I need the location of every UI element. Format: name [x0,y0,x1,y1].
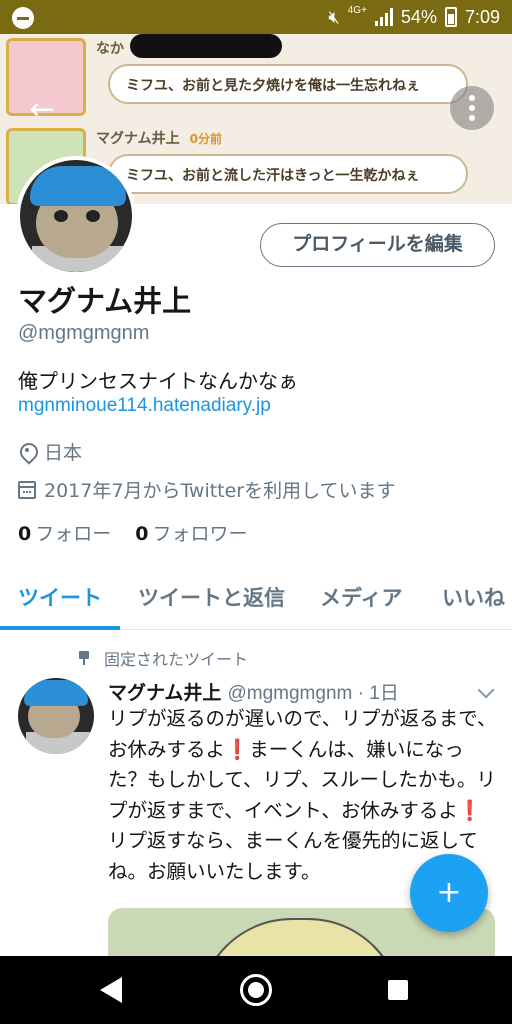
redaction-bar [130,34,282,58]
avatar-hat [30,166,126,206]
pin-icon [78,651,90,665]
followers-link[interactable]: 0 フォロワー [135,519,247,546]
edit-profile-button[interactable]: プロフィールを編集 [260,223,495,267]
do-not-disturb-icon [12,7,34,29]
follow-stats: 0 フォロー 0 フォロワー [18,519,248,546]
tweet-author-handle: @mgmgmgnm [227,683,353,704]
chat-speaker-name: マグナム井上 0分前 [96,128,222,148]
arrow-left-icon[interactable]: ← [22,90,62,130]
location-row: 日本 [18,438,82,465]
chat-bubble: ミフユ、お前と見た夕焼けを俺は一生忘れねぇ [108,64,468,104]
mute-icon: 🔇︎ [328,6,340,27]
tab-media[interactable]: メディア [320,582,403,612]
battery-percent: 54% [400,6,437,27]
network-type-label: 4G+ [347,5,367,16]
calendar-icon [18,480,36,499]
followers-count: 0 [135,523,149,545]
compose-feather-icon[interactable]: + [410,854,488,932]
nav-back-icon[interactable] [100,977,122,1003]
tab-tweets-and-replies[interactable]: ツイートと返信 [138,582,285,612]
tweet-separator: · [352,683,370,704]
exclamation-emoji: ❗ [225,737,250,761]
exclamation-emoji: ❗ [457,798,483,822]
chat-time: 0分前 [189,132,222,146]
avatar-eye [54,210,68,222]
avatar-eye [86,210,100,222]
chat-speaker-label: マグナム井上 [96,131,180,147]
joined-text: 2017年7月からTwitterを利用しています [44,480,396,502]
tab-likes[interactable]: いいね [442,582,505,612]
following-count: 0 [18,523,32,545]
pinned-indicator: 固定されたツイート [78,646,248,670]
system-nav-bar [0,956,512,1024]
more-vertical-icon[interactable] [450,86,494,130]
location-pin-icon [18,443,36,461]
pinned-label: 固定されたツイート [104,650,249,669]
chat-bubble: ミフユ、お前と流した汗はきっと一生乾かねぇ [108,154,468,194]
location-text: 日本 [44,442,83,464]
banner-chat-row: なか ミフユ、お前と見た夕焼けを俺は一生忘れねぇ [0,34,512,118]
tweet-header: マグナム井上 @mgmgmgnm · 1日 [108,678,399,705]
display-name: マグナム井上 [18,284,192,318]
following-label: フォロー [35,523,112,545]
avatar-hat [24,680,88,706]
tweet-author-avatar[interactable] [18,678,94,754]
bio: 俺プリンセスナイトなんかなぁ [18,369,298,393]
clock: 7:09 [464,6,500,27]
chat-speaker-name: なか [96,38,124,58]
tweet-time: 1日 [369,683,399,704]
tweet-author-name[interactable]: マグナム井上 [108,682,221,704]
tab-tweets[interactable]: ツイート [18,582,102,612]
nav-recents-icon[interactable] [388,980,408,1000]
joined-row: 2017年7月からTwitterを利用しています [18,476,396,503]
website-link[interactable]: mgnminoue114.hatenadiary.jp [18,395,271,417]
profile-tabs: ツイート ツイートと返信 メディア いいね [0,570,512,630]
following-link[interactable]: 0 フォロー [18,519,111,546]
profile-avatar[interactable] [16,156,136,276]
active-tab-indicator [0,626,120,630]
user-handle: @mgmgmgnm [18,322,150,344]
chat-speaker-label: なか [96,41,124,57]
status-bar-right: 🔇︎ 4G+ 54% 7:09 [328,0,500,34]
chevron-down-icon[interactable] [477,681,495,699]
signal-icon [374,8,393,26]
compose-plus-symbol: + [436,875,462,910]
battery-icon [444,7,457,27]
nav-home-icon[interactable] [240,974,272,1006]
status-bar: 🔇︎ 4G+ 54% 7:09 [0,0,512,34]
followers-label: フォロワー [152,523,248,545]
